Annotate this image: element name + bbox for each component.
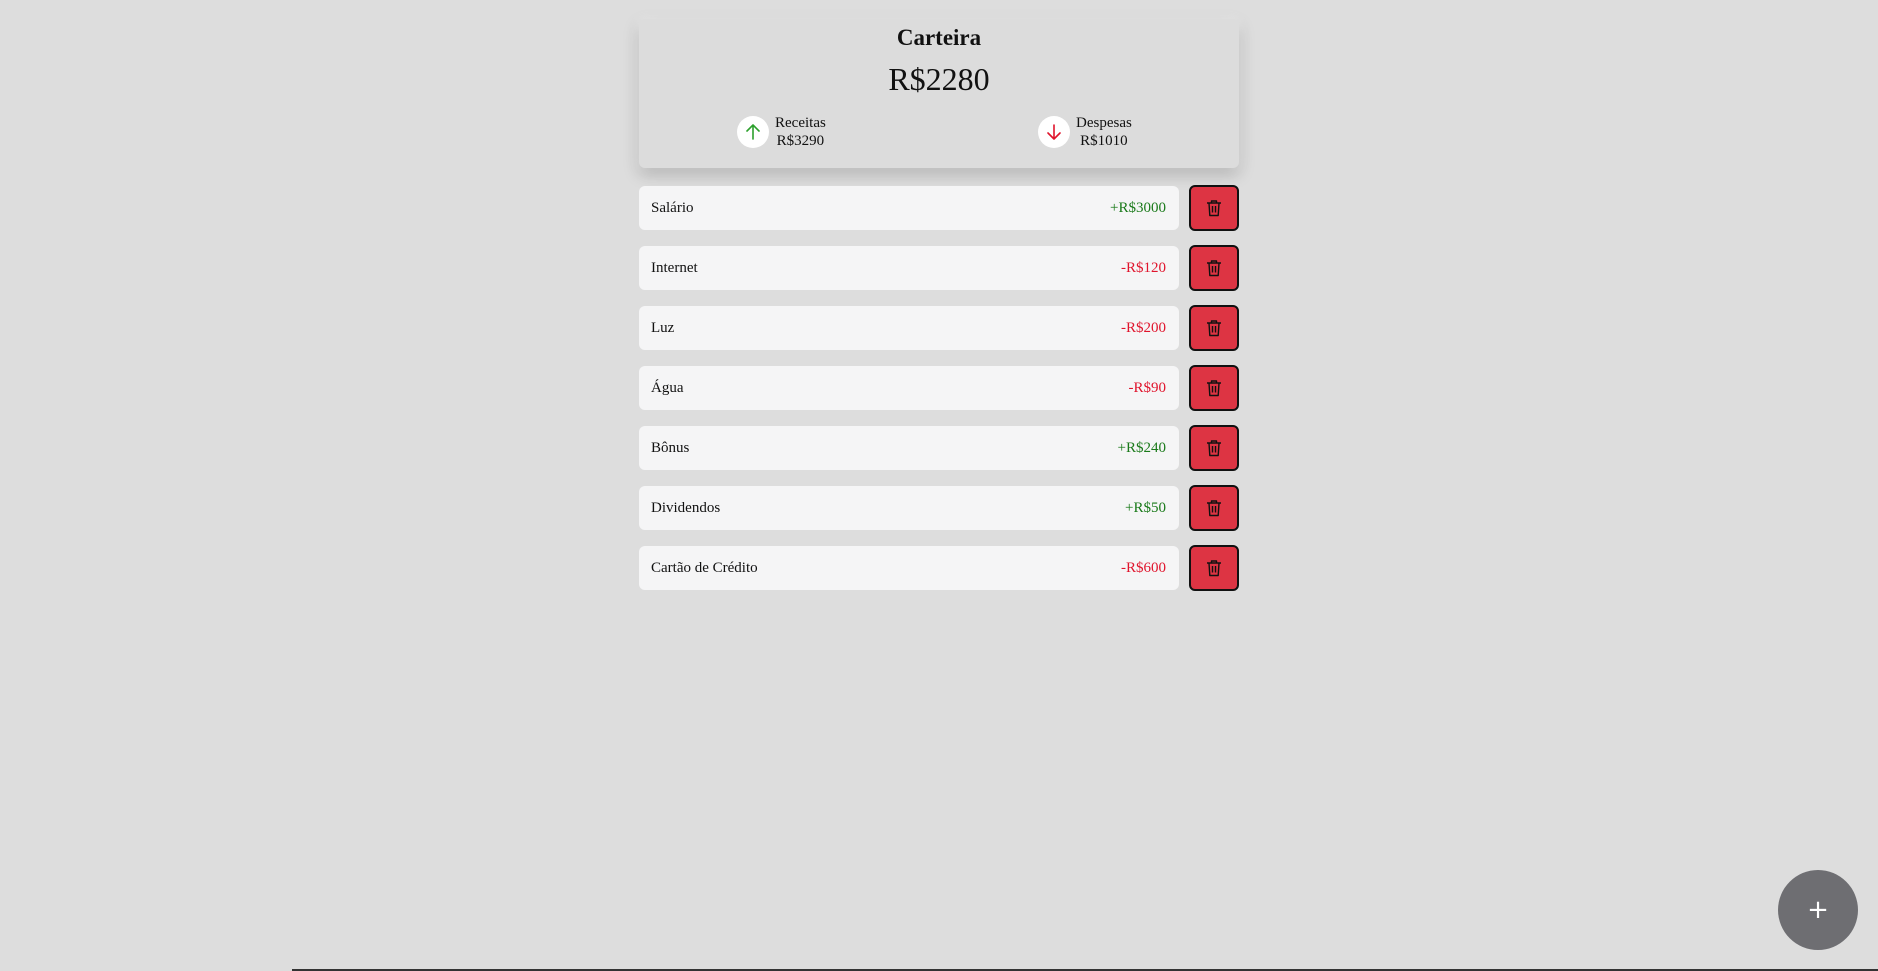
transaction-row: Internet -R$120 bbox=[639, 245, 1239, 291]
trash-icon bbox=[1207, 440, 1221, 457]
arrow-up-icon bbox=[737, 116, 769, 148]
transaction-row: Dividendos +R$50 bbox=[639, 485, 1239, 531]
transaction-row: Água -R$90 bbox=[639, 365, 1239, 411]
trash-icon bbox=[1207, 560, 1221, 577]
income-value: R$3290 bbox=[776, 133, 825, 149]
delete-button[interactable] bbox=[1189, 245, 1239, 291]
transaction-row: Luz -R$200 bbox=[639, 305, 1239, 351]
delete-button[interactable] bbox=[1189, 545, 1239, 591]
transaction-amount: +R$3000 bbox=[1110, 199, 1166, 216]
trash-icon bbox=[1207, 380, 1221, 397]
income-label: Receitas bbox=[775, 115, 826, 131]
wallet-balance: R$2280 bbox=[888, 61, 990, 97]
transaction-name: Internet bbox=[651, 259, 698, 276]
transaction-item: Água -R$90 bbox=[639, 366, 1179, 410]
trash-icon bbox=[1207, 200, 1221, 217]
transaction-amount: -R$200 bbox=[1121, 319, 1166, 336]
transaction-name: Salário bbox=[651, 199, 694, 216]
add-transaction-button[interactable]: + bbox=[1778, 870, 1858, 950]
transaction-item: Dividendos +R$50 bbox=[639, 486, 1179, 530]
transaction-item: Internet -R$120 bbox=[639, 246, 1179, 290]
transaction-row: Bônus +R$240 bbox=[639, 425, 1239, 471]
transaction-item: Bônus +R$240 bbox=[639, 426, 1179, 470]
transaction-amount: -R$600 bbox=[1121, 559, 1166, 576]
expense-summary: Despesas R$1010 bbox=[1038, 114, 1132, 150]
expense-value: R$1010 bbox=[1080, 133, 1128, 149]
transaction-name: Cartão de Crédito bbox=[651, 559, 758, 576]
delete-button[interactable] bbox=[1189, 305, 1239, 351]
delete-button[interactable] bbox=[1189, 485, 1239, 531]
transaction-amount: -R$90 bbox=[1128, 379, 1167, 396]
transaction-amount: -R$120 bbox=[1121, 259, 1166, 276]
expense-label: Despesas bbox=[1076, 115, 1132, 131]
wallet-title: Carteira bbox=[896, 25, 982, 50]
transaction-item: Cartão de Crédito -R$600 bbox=[639, 546, 1179, 590]
delete-button[interactable] bbox=[1189, 365, 1239, 411]
transaction-name: Dividendos bbox=[651, 499, 721, 516]
arrow-down-icon bbox=[1038, 116, 1070, 148]
plus-icon: + bbox=[1807, 895, 1829, 925]
wallet-card: Carteira R$2280 Receitas R$3290 Despesas… bbox=[639, 19, 1239, 168]
transaction-item: Luz -R$200 bbox=[639, 306, 1179, 350]
income-summary: Receitas R$3290 bbox=[737, 114, 826, 150]
transaction-name: Bônus bbox=[651, 439, 690, 456]
delete-button[interactable] bbox=[1189, 185, 1239, 231]
trash-icon bbox=[1207, 320, 1221, 337]
transaction-list: Salário +R$3000 Internet -R$120 Luz -R$2… bbox=[639, 185, 1239, 605]
trash-icon bbox=[1207, 260, 1221, 277]
transaction-item: Salário +R$3000 bbox=[639, 186, 1179, 230]
transaction-row: Cartão de Crédito -R$600 bbox=[639, 545, 1239, 591]
transaction-name: Água bbox=[651, 379, 684, 396]
transaction-row: Salário +R$3000 bbox=[639, 185, 1239, 231]
delete-button[interactable] bbox=[1189, 425, 1239, 471]
transaction-name: Luz bbox=[651, 319, 675, 336]
trash-icon bbox=[1207, 500, 1221, 517]
transaction-amount: +R$240 bbox=[1117, 439, 1166, 456]
transaction-amount: +R$50 bbox=[1125, 499, 1166, 516]
